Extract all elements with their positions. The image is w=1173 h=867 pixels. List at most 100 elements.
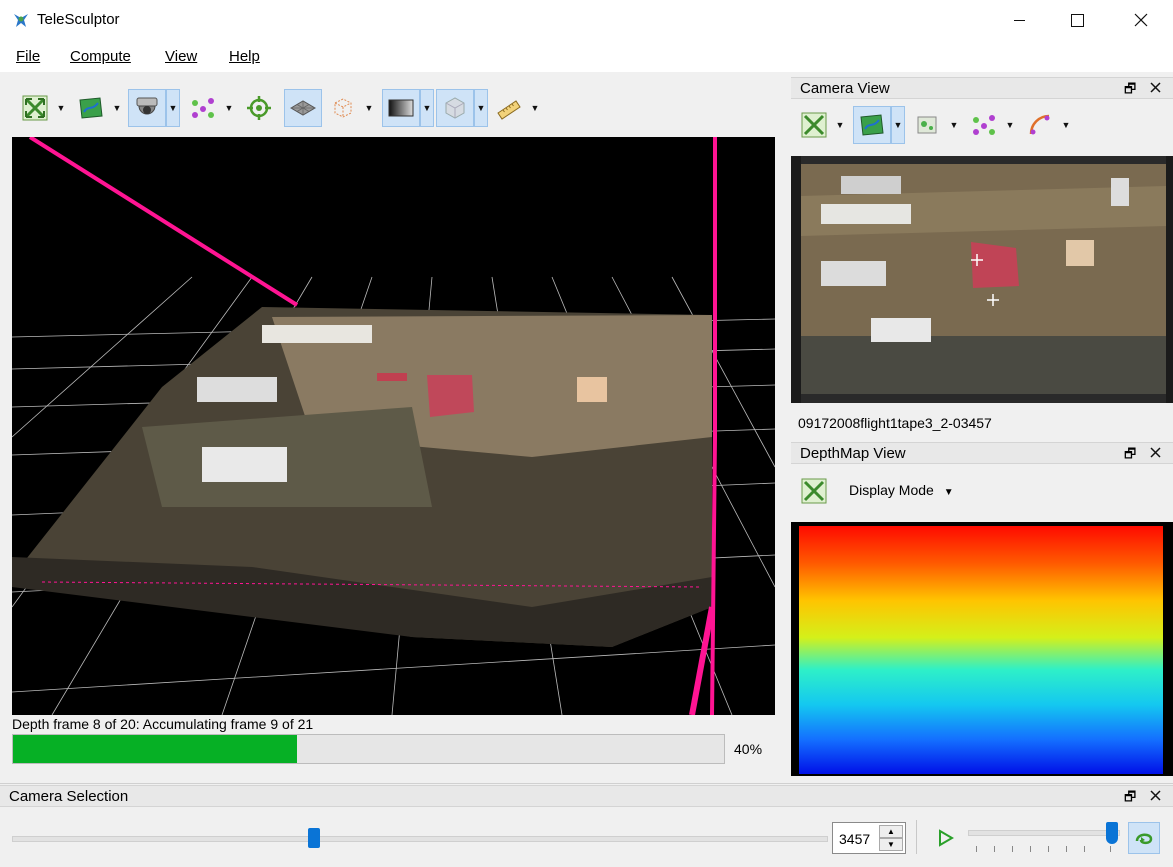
bounding-box-button[interactable] [324, 89, 362, 127]
depth-map-icon [388, 99, 414, 117]
landmarks-menu-arrow[interactable]: ▼ [222, 89, 236, 127]
undock-icon: 🗗 [1124, 789, 1137, 804]
spin-buttons: ▲ ▼ [879, 825, 903, 851]
window-title: TeleSculptor [37, 11, 120, 28]
landmarks-icon [973, 115, 995, 135]
volume-surface-menu-arrow[interactable]: ▼ [474, 89, 488, 127]
depthmap-view-float-button[interactable]: 🗗 [1124, 445, 1136, 467]
residuals-button[interactable] [1021, 106, 1059, 144]
maximize-icon [1070, 13, 1084, 27]
residuals-menu-arrow[interactable]: ▼ [1059, 106, 1073, 144]
loop-button[interactable] [1128, 822, 1160, 854]
camera-landmarks-menu-arrow[interactable]: ▼ [1003, 106, 1017, 144]
image-button[interactable] [72, 89, 110, 127]
depth-map-menu-arrow[interactable]: ▼ [420, 89, 434, 127]
camera-reset-view-button[interactable] [795, 106, 833, 144]
frame-slider-handle[interactable] [308, 828, 320, 848]
depthmap-view-close-button[interactable] [1150, 443, 1161, 461]
camera-view-toolbar: ▼ ▼ ▼ ▼ ▼ [795, 105, 1073, 145]
chevron-down-icon: ▼ [943, 487, 954, 498]
menu-help[interactable]: Help [229, 48, 260, 65]
progress-fill [13, 735, 297, 763]
world-3d-view[interactable] [12, 137, 775, 715]
close-icon [1150, 790, 1161, 801]
feature-points-icon [917, 116, 937, 134]
close-icon [1134, 13, 1148, 27]
menu-compute-label: Compute [70, 48, 131, 65]
depthmap-view-header: DepthMap View [791, 442, 1173, 464]
camera-view-float-button[interactable]: 🗗 [1124, 80, 1136, 102]
camera-icon [136, 97, 158, 115]
progress-percent: 40% [734, 741, 763, 757]
reset-view-menu-arrow[interactable]: ▼ [54, 89, 68, 127]
camera-landmarks-button[interactable] [965, 106, 1003, 144]
bounding-box-menu-arrow[interactable]: ▼ [362, 89, 376, 127]
maximize-button[interactable] [1046, 0, 1108, 40]
camera-image-menu-arrow[interactable]: ▼ [891, 106, 905, 144]
camera-frame-image[interactable] [791, 156, 1173, 403]
camera-menu-arrow[interactable]: ▼ [166, 89, 180, 127]
image-icon [79, 97, 103, 119]
camera-view-title: Camera View [800, 80, 890, 97]
play-button[interactable] [936, 826, 956, 850]
depth-map-button[interactable] [382, 89, 420, 127]
play-icon [939, 829, 954, 847]
playback-speed-handle[interactable] [1106, 822, 1118, 844]
frame-number-value: 3457 [839, 831, 871, 847]
measure-ruler-menu-arrow[interactable]: ▼ [528, 89, 542, 127]
depth-colormap [799, 526, 1163, 774]
camera-button[interactable] [128, 89, 166, 127]
depth-map-image[interactable] [791, 522, 1173, 776]
camera-image-button[interactable] [853, 106, 891, 144]
spin-down-button[interactable]: ▼ [879, 838, 903, 851]
spin-up-button[interactable]: ▲ [879, 825, 903, 838]
camera-selection-title: Camera Selection [9, 788, 129, 805]
reset-view-button[interactable] [16, 89, 54, 127]
menu-file[interactable]: File [16, 48, 40, 65]
camera-selection-float-button[interactable]: 🗗 [1124, 788, 1136, 810]
frame-slider[interactable] [12, 836, 828, 842]
depthmap-view-title: DepthMap View [800, 445, 906, 462]
progress-bar [12, 734, 725, 764]
menu-compute[interactable]: Compute [70, 48, 131, 65]
ground-plane-button[interactable] [284, 89, 322, 127]
volume-surface-button[interactable] [436, 89, 474, 127]
image-menu-arrow[interactable]: ▼ [110, 89, 124, 127]
ground-control-points-button[interactable] [240, 89, 278, 127]
menu-view-label: View [165, 48, 198, 65]
landmarks-button[interactable] [184, 89, 222, 127]
playback-speed-slider[interactable] [968, 830, 1120, 836]
world-scene [12, 137, 775, 715]
bounding-box-icon [334, 98, 352, 118]
minimize-button[interactable] [988, 0, 1050, 40]
minimize-icon [1013, 19, 1025, 21]
undock-icon: 🗗 [1124, 446, 1137, 461]
ground-control-points-icon [247, 96, 271, 120]
reset-view-icon [22, 95, 48, 121]
ground-plane-icon [290, 100, 316, 116]
feature-points-button[interactable] [909, 106, 947, 144]
menu-view[interactable]: View [165, 48, 197, 65]
dock-separator [0, 783, 1173, 784]
progress-label: Depth frame 8 of 20: Accumulating frame … [12, 716, 314, 732]
camera-reset-menu-arrow[interactable]: ▼ [833, 106, 847, 144]
camera-view-close-button[interactable] [1150, 78, 1161, 96]
image-icon [860, 114, 884, 136]
measure-ruler-button[interactable] [490, 89, 528, 127]
frame-number-spinbox[interactable]: 3457 ▲ ▼ [832, 822, 906, 854]
display-mode-label: Display Mode [849, 482, 934, 498]
close-icon [1150, 447, 1161, 458]
feature-points-menu-arrow[interactable]: ▼ [947, 106, 961, 144]
reset-view-icon [801, 478, 827, 504]
volume-surface-icon [445, 97, 465, 119]
camera-selection-close-button[interactable] [1150, 786, 1161, 804]
window-close-button[interactable] [1110, 0, 1172, 40]
measure-ruler-icon [497, 100, 521, 120]
landmarks-icon [192, 98, 214, 118]
depthmap-reset-view-button[interactable] [795, 472, 833, 510]
telesculptor-logo-icon [14, 14, 28, 27]
toolbar-divider [916, 820, 917, 854]
residuals-icon [1029, 114, 1050, 135]
display-mode-dropdown[interactable]: Display Mode ▼ [849, 482, 954, 498]
undock-icon: 🗗 [1124, 81, 1137, 96]
